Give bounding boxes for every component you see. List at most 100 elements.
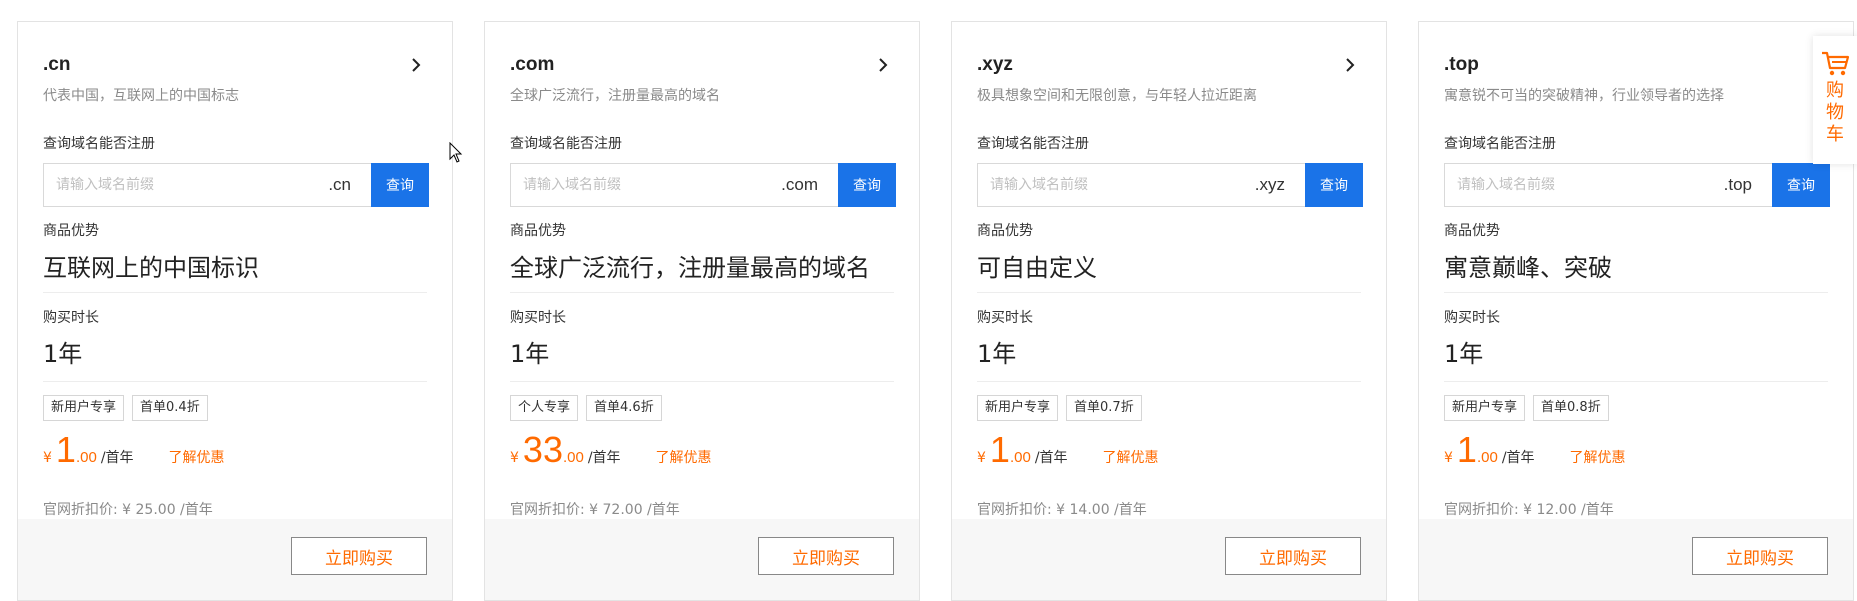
- domain-card: .top 寓意锐不可当的突破精神，行业领导者的选择 查询域名能否注册 .top …: [1418, 21, 1854, 601]
- domain-title: .com: [510, 54, 555, 75]
- card-header[interactable]: .xyz 极具想象空间和无限创意，与年轻人拉近距离: [977, 52, 1361, 106]
- original-price: 官网折扣价: ¥ 25.00 /首年: [43, 502, 213, 518]
- domain-description: 全球广泛流行，注册量最高的域名: [510, 88, 720, 104]
- price-unit: /首年: [1034, 450, 1068, 466]
- tag-list: 新用户专享 首单0.7折: [977, 395, 1142, 421]
- domain-suffix: .top: [1723, 175, 1752, 194]
- price-decimal: .00: [562, 449, 584, 466]
- duration-label: 购买时长: [1444, 310, 1500, 326]
- card-header[interactable]: .top 寓意锐不可当的突破精神，行业领导者的选择: [1444, 52, 1828, 106]
- discount-badge: 首单0.8折: [1533, 395, 1609, 421]
- divider: [43, 292, 427, 293]
- domain-suffix: .cn: [328, 175, 351, 194]
- card-footer: 立即购买: [18, 519, 452, 600]
- domain-search-box: .top 查询: [1444, 163, 1830, 207]
- query-button[interactable]: 查询: [371, 163, 429, 207]
- domain-description: 极具想象空间和无限创意，与年轻人拉近距离: [977, 88, 1257, 104]
- divider: [977, 292, 1361, 293]
- duration-label: 购买时长: [43, 310, 99, 326]
- original-price: 官网折扣价: ¥ 12.00 /首年: [1444, 502, 1614, 518]
- advantage-label: 商品优势: [977, 223, 1033, 239]
- query-button[interactable]: 查询: [838, 163, 896, 207]
- chevron-right-icon[interactable]: [1339, 54, 1361, 76]
- duration-value: 1年: [510, 340, 550, 368]
- price-integer: 1: [989, 429, 1010, 470]
- domain-title: .top: [1444, 54, 1479, 75]
- duration-label: 购买时长: [510, 310, 566, 326]
- price-decimal: .00: [1009, 449, 1031, 466]
- divider: [510, 292, 894, 293]
- currency-symbol: ¥: [1444, 450, 1453, 466]
- currency-symbol: ¥: [43, 450, 52, 466]
- advantage-label: 商品优势: [1444, 223, 1500, 239]
- domain-description: 代表中国，互联网上的中国标志: [43, 88, 239, 104]
- price-unit: /首年: [100, 450, 134, 466]
- query-button[interactable]: 查询: [1772, 163, 1830, 207]
- price-integer: 33: [522, 429, 563, 470]
- divider: [43, 381, 427, 382]
- advantage-value: 可自由定义: [977, 254, 1097, 282]
- divider: [1444, 292, 1828, 293]
- price-unit: /首年: [1501, 450, 1535, 466]
- domain-prefix-input[interactable]: [511, 164, 782, 206]
- query-label: 查询域名能否注册: [510, 136, 622, 152]
- domain-card: .com 全球广泛流行，注册量最高的域名 查询域名能否注册 .com 查询 商品…: [484, 21, 920, 601]
- price-integer: 1: [55, 429, 76, 470]
- price: ¥ 1 .00 /首年 了解优惠: [1444, 430, 1626, 470]
- discount-badge: 首单0.4折: [132, 395, 208, 421]
- tag-badge: 新用户专享: [1444, 395, 1526, 421]
- price-unit: /首年: [587, 450, 621, 466]
- advantage-value: 寓意巅峰、突破: [1444, 254, 1612, 282]
- card-header[interactable]: .com 全球广泛流行，注册量最高的域名: [510, 52, 894, 106]
- duration-value: 1年: [43, 340, 83, 368]
- currency-symbol: ¥: [977, 450, 986, 466]
- duration-label: 购买时长: [977, 310, 1033, 326]
- advantage-label: 商品优势: [43, 223, 99, 239]
- divider: [1444, 381, 1828, 382]
- promo-link[interactable]: 了解优惠: [1103, 447, 1159, 467]
- domain-card: .cn 代表中国，互联网上的中国标志 查询域名能否注册 .cn 查询 商品优势 …: [17, 21, 453, 601]
- cart-label: 购物车: [1826, 80, 1844, 145]
- card-footer: 立即购买: [485, 519, 919, 600]
- promo-link[interactable]: 了解优惠: [1570, 447, 1626, 467]
- buy-now-button[interactable]: 立即购买: [1225, 537, 1361, 575]
- cart-icon: [1822, 51, 1850, 76]
- discount-badge: 首单4.6折: [586, 395, 662, 421]
- duration-value: 1年: [977, 340, 1017, 368]
- query-label: 查询域名能否注册: [1444, 136, 1556, 152]
- price-decimal: .00: [75, 449, 97, 466]
- card-header[interactable]: .cn 代表中国，互联网上的中国标志: [43, 52, 427, 106]
- buy-now-button[interactable]: 立即购买: [1692, 537, 1828, 575]
- domain-title: .cn: [43, 54, 71, 75]
- discount-badge: 首单0.7折: [1066, 395, 1142, 421]
- tag-badge: 新用户专享: [977, 395, 1059, 421]
- domain-prefix-input[interactable]: [44, 164, 329, 206]
- domain-card-list: .cn 代表中国，互联网上的中国标志 查询域名能否注册 .cn 查询 商品优势 …: [0, 0, 1857, 601]
- buy-now-button[interactable]: 立即购买: [758, 537, 894, 575]
- chevron-right-icon[interactable]: [405, 54, 427, 76]
- price: ¥ 1 .00 /首年 了解优惠: [977, 430, 1159, 470]
- chevron-right-icon[interactable]: [872, 54, 894, 76]
- domain-prefix-input[interactable]: [978, 164, 1255, 206]
- divider: [510, 381, 894, 382]
- domain-card: .xyz 极具想象空间和无限创意，与年轻人拉近距离 查询域名能否注册 .xyz …: [951, 21, 1387, 601]
- original-price: 官网折扣价: ¥ 14.00 /首年: [977, 502, 1147, 518]
- tag-badge: 个人专享: [510, 395, 579, 421]
- promo-link[interactable]: 了解优惠: [169, 447, 225, 467]
- query-button[interactable]: 查询: [1305, 163, 1363, 207]
- original-price: 官网折扣价: ¥ 72.00 /首年: [510, 502, 680, 518]
- card-footer: 立即购买: [1419, 519, 1853, 600]
- price: ¥ 33 .00 /首年 了解优惠: [510, 430, 712, 470]
- domain-search-box: .com 查询: [510, 163, 896, 207]
- domain-search-box: .xyz 查询: [977, 163, 1363, 207]
- domain-search-box: .cn 查询: [43, 163, 429, 207]
- query-label: 查询域名能否注册: [43, 136, 155, 152]
- buy-now-button[interactable]: 立即购买: [291, 537, 427, 575]
- tag-list: 新用户专享 首单0.8折: [1444, 395, 1609, 421]
- currency-symbol: ¥: [510, 450, 519, 466]
- divider: [977, 381, 1361, 382]
- price-integer: 1: [1456, 429, 1477, 470]
- domain-prefix-input[interactable]: [1445, 164, 1724, 206]
- shopping-cart-widget[interactable]: 购物车: [1813, 36, 1857, 164]
- promo-link[interactable]: 了解优惠: [656, 447, 712, 467]
